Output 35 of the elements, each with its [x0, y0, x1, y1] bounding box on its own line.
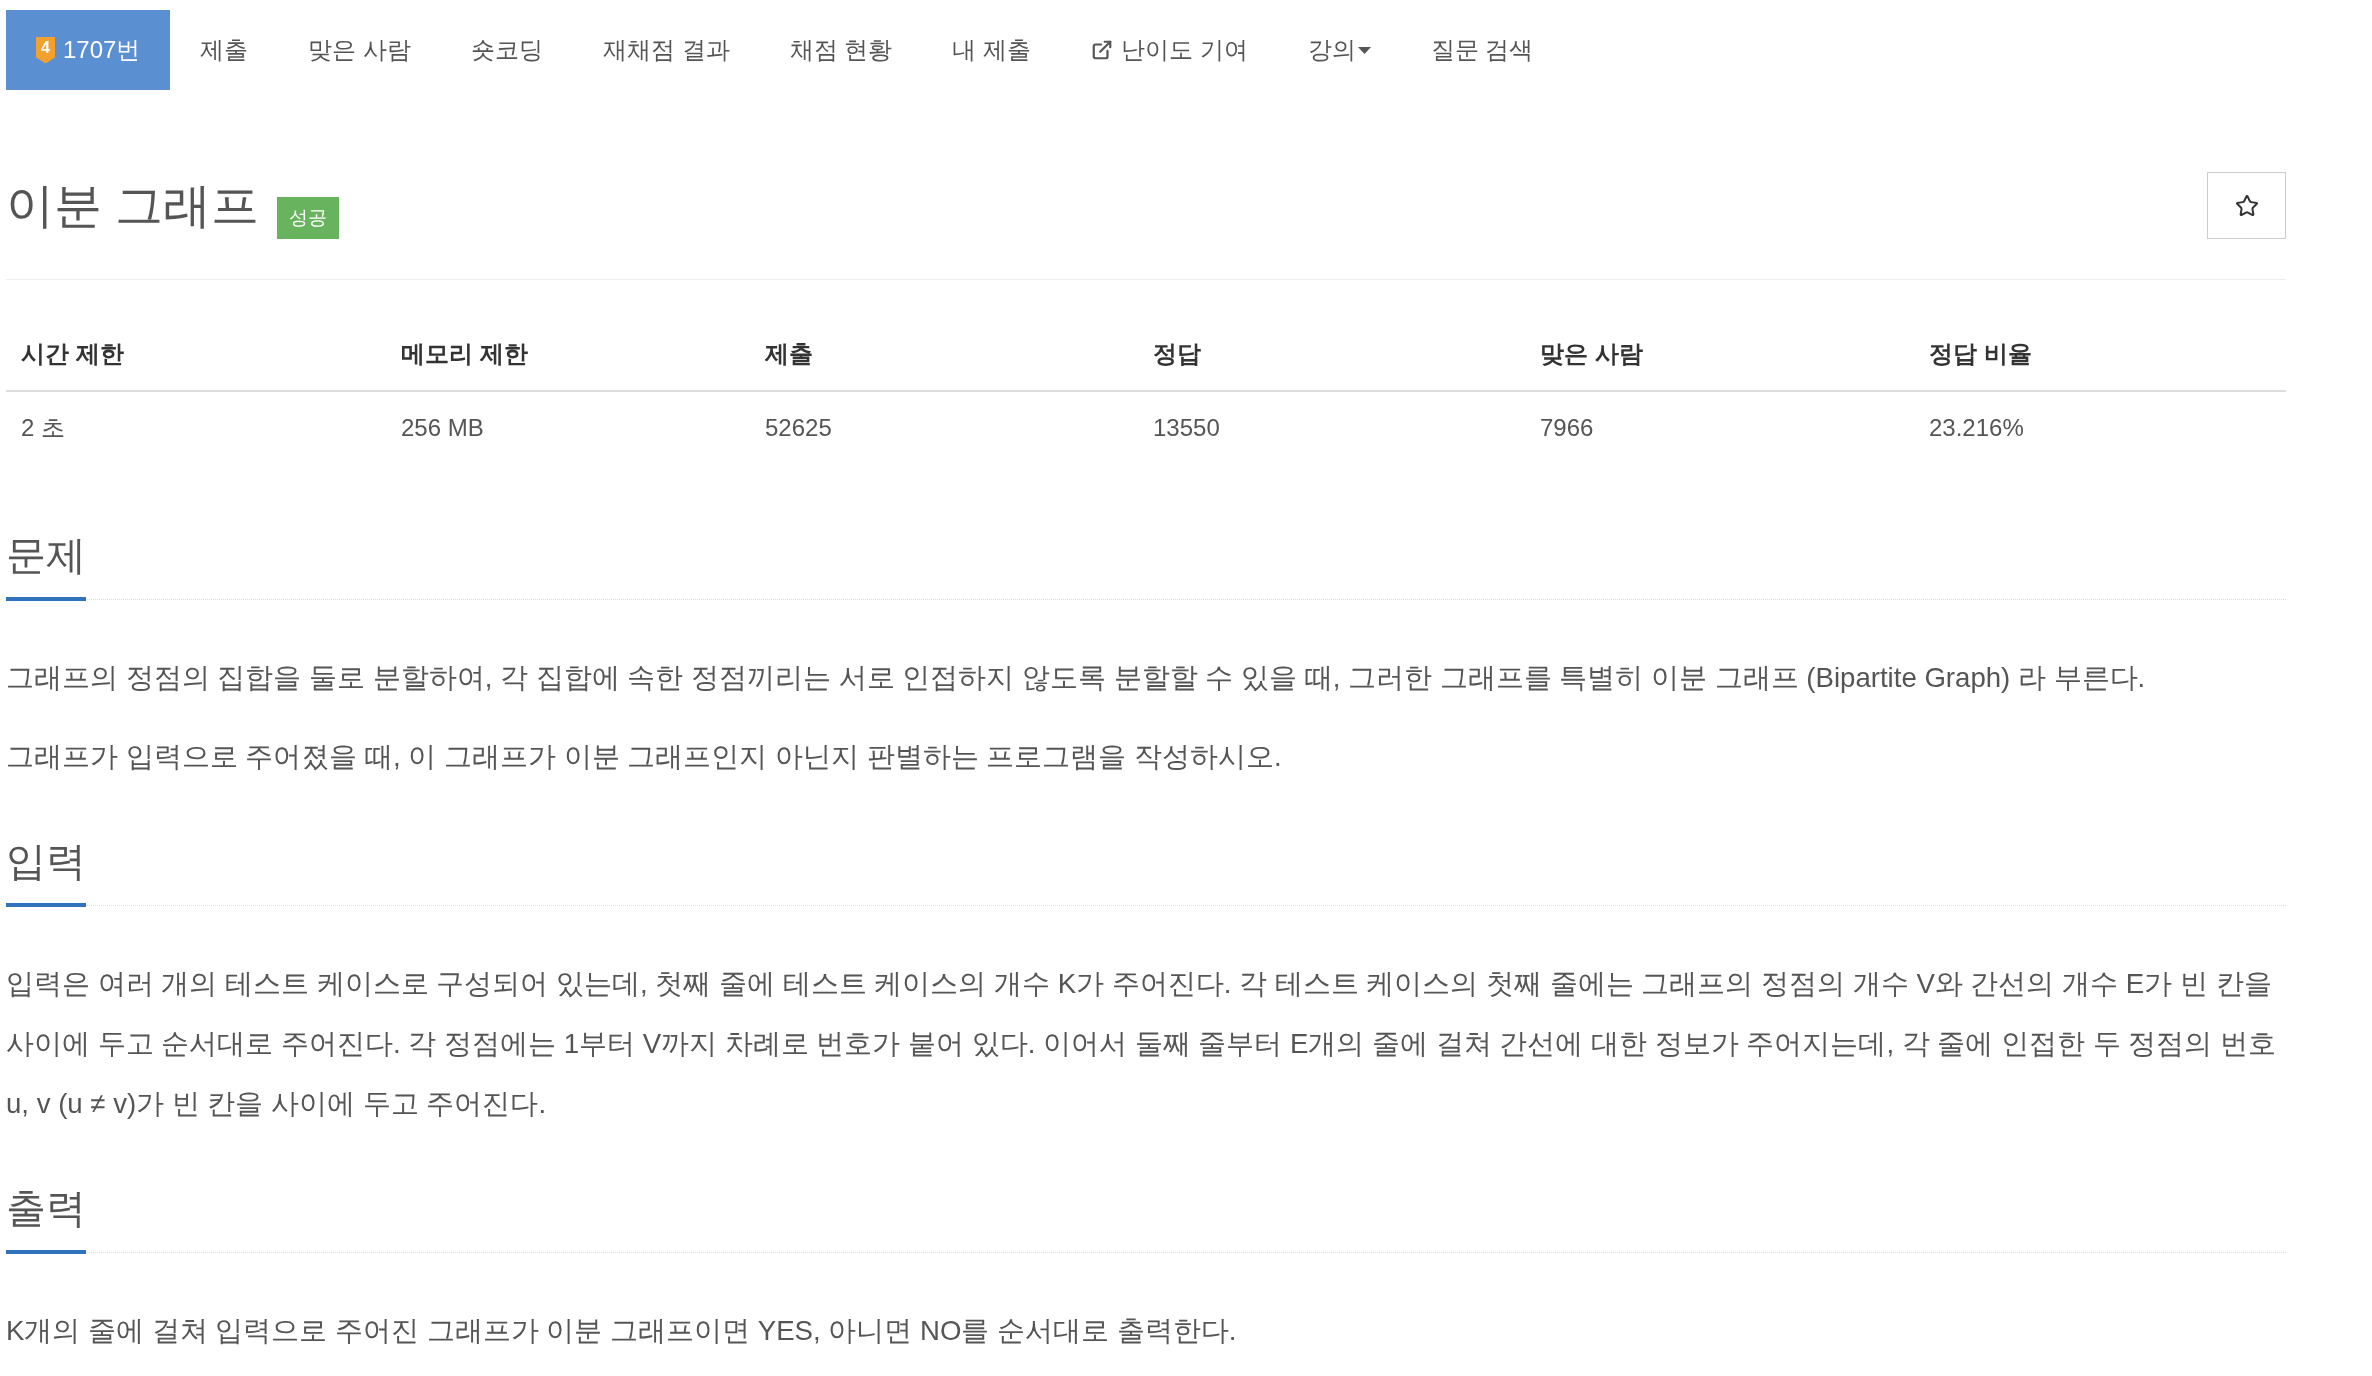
- section-heading: 입력: [6, 834, 86, 907]
- column-header: 시간 제한: [6, 318, 386, 392]
- tier-badge: 4: [36, 36, 55, 64]
- nav-tab[interactable]: 채점 현황: [759, 10, 923, 90]
- table-cell-text: 52625: [764, 413, 833, 443]
- column-header: 제출: [750, 318, 1138, 392]
- section-paragraph: K개의 줄에 걸쳐 입력으로 주어진 그래프가 이분 그래프이면 YES, 아니면 NO를 순서대로 출력한다.: [6, 1314, 1238, 1348]
- table-cell-text: 23.216%: [1928, 413, 2025, 443]
- table-cell-text: 256 MB: [400, 413, 485, 443]
- section-heading: 출력: [6, 1181, 86, 1254]
- nav-tab[interactable]: 질문 검색: [1400, 10, 1564, 90]
- caret-icon: [1357, 46, 1371, 54]
- nav-tab[interactable]: 제출: [170, 10, 279, 90]
- nav-tab[interactable]: 재채점 결과: [573, 10, 760, 90]
- column-header: 맞은 사람: [1525, 318, 1914, 392]
- star-button[interactable]: [2207, 172, 2286, 239]
- column-header: 정답: [1138, 318, 1525, 392]
- star-icon: [2234, 193, 2259, 218]
- nav-tab[interactable]: 내 제출: [922, 10, 1062, 90]
- problem-title: 이분 그래프: [6, 178, 260, 234]
- section-heading: 문제: [6, 528, 86, 601]
- nav-tab[interactable]: 맞은 사람: [278, 10, 442, 90]
- table-cell-text: 7966: [1539, 413, 1595, 443]
- nav-tab[interactable]: 숏코딩: [441, 10, 574, 90]
- section-paragraph: 입력은 여러 개의 테스트 케이스로 구성되어 있는데, 첫째 줄에 테스트 케이스의 개수 K가 주어진다. 각 테스트 케이스의 첫째 줄에는 그래프의 정점의 개수 V와 간선의 개수 E가 빈 칸을 사이에 두고 순서대로 주어진다. 각 정점에는 1부터 V까지 차례로 번호가 붙어 있다. 이어서 둘째 줄부터 E개의 줄에 걸쳐 간선에 대한 정보가 주어지는데, 각 줄에 인접한 두 정점의 번호 u, v (u ≠ v)가 빈 칸을 사이에 두고 주어진다.: [6, 967, 2278, 1121]
- table-cell-text: 2 초: [20, 413, 66, 443]
- column-header: 메모리 제한: [386, 318, 750, 392]
- table-cell-text: 13550: [1152, 413, 1221, 443]
- external-link-icon: [1091, 39, 1114, 61]
- section-paragraph: 그래프의 정점의 집합을 둘로 분할하여, 각 집합에 속한 정점끼리는 서로 인접하지 않도록 분할할 수 있을 때, 그러한 그래프를 특별히 이분 그래프 (Bipartite Graph) 라 부른다.: [6, 661, 2147, 695]
- result-badge: 성공: [277, 197, 340, 239]
- section-paragraph: 그래프가 입력으로 주어졌을 때, 이 그래프가 이분 그래프인지 아닌지 판별하는 프로그램을 작성하시오.: [6, 740, 1283, 774]
- nav-tab[interactable]: 강의: [1277, 10, 1401, 90]
- column-header: 정답 비율: [1914, 318, 2286, 392]
- nav-tab[interactable]: 난이도 기여: [1061, 10, 1278, 90]
